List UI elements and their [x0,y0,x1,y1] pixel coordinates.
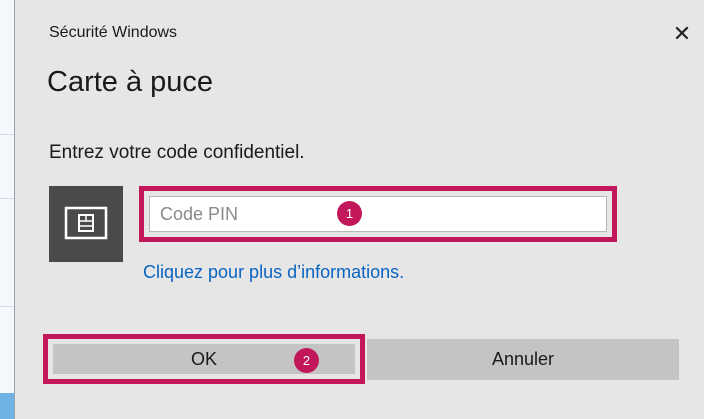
pin-input[interactable] [149,196,607,232]
background-taskbar-fragment [0,393,14,419]
dialog-bottom-edge [15,414,704,419]
background-divider [0,306,14,307]
cancel-button[interactable]: Annuler [367,339,679,380]
background-window-edge [0,0,15,419]
smartcard-icon [64,206,108,240]
close-icon: ✕ [672,21,692,46]
background-divider [0,198,14,199]
close-button[interactable]: ✕ [668,20,696,48]
pin-highlight-frame [139,186,617,242]
windows-security-dialog: Sécurité Windows ✕ Carte à puce Entrez v… [14,0,704,419]
background-divider [0,134,14,135]
step-badge-2: 2 [294,348,319,373]
more-info-link[interactable]: Cliquez pour plus d’informations. [143,262,404,283]
smartcard-tile [49,186,123,262]
pin-prompt: Entrez votre code confidentiel. [49,142,305,163]
step-badge-1: 1 [337,201,362,226]
dialog-heading: Carte à puce [47,66,214,98]
window-title: Sécurité Windows [49,24,178,41]
